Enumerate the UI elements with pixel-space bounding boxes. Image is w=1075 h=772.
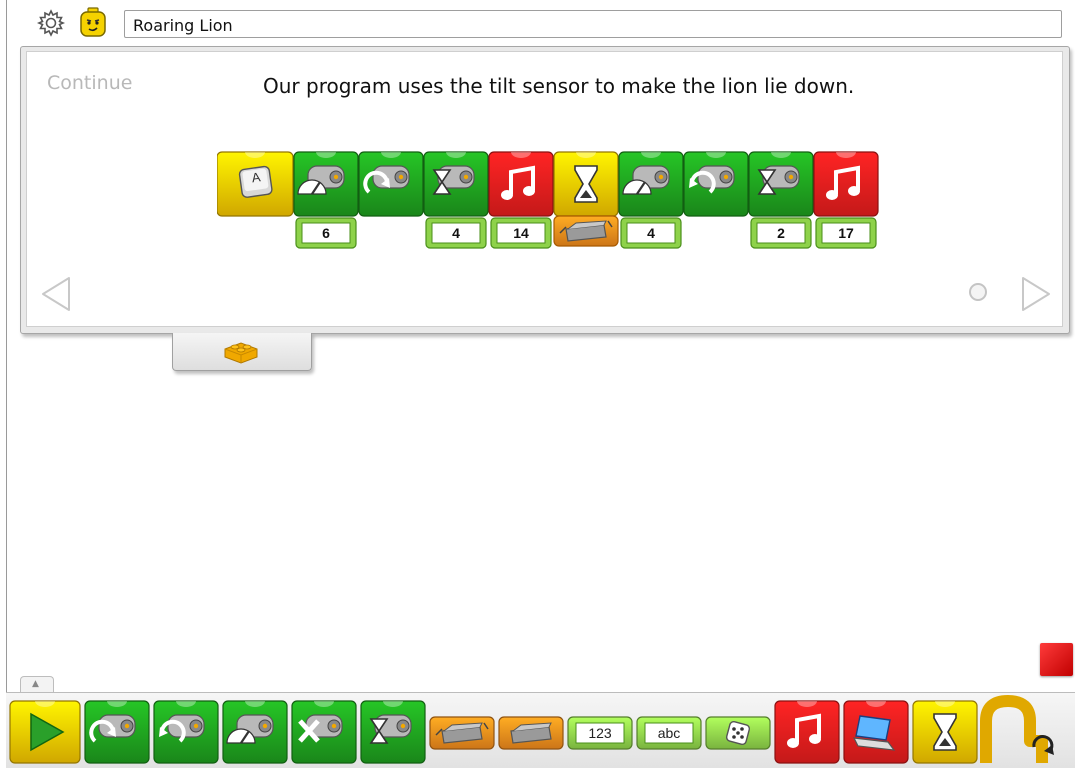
next-arrow-icon[interactable] bbox=[1017, 276, 1053, 312]
program-tilt-sensor[interactable] bbox=[553, 215, 619, 247]
program-input-14[interactable]: 14 bbox=[490, 217, 552, 249]
previous-arrow-icon[interactable] bbox=[39, 276, 75, 312]
window-edge bbox=[6, 0, 7, 767]
palette-random-icon[interactable] bbox=[705, 716, 771, 750]
palette-motor-off-icon[interactable] bbox=[291, 700, 357, 764]
page-description: Our program uses the tilt sensor to make… bbox=[263, 74, 855, 98]
program-block-motor-this-way[interactable] bbox=[358, 151, 424, 217]
workspace-tab[interactable] bbox=[172, 333, 312, 371]
palette-display-icon[interactable] bbox=[843, 700, 909, 764]
project-title: Roaring Lion bbox=[133, 16, 233, 35]
palette-repeat-icon[interactable] bbox=[980, 695, 1054, 763]
content-page: Continue Our program uses the tilt senso… bbox=[26, 51, 1063, 327]
palette-motor-that-way-icon[interactable] bbox=[153, 700, 219, 764]
program-block-wait-for[interactable] bbox=[553, 151, 619, 217]
program-block-play-sound[interactable] bbox=[813, 151, 879, 217]
project-title-field[interactable]: Roaring Lion bbox=[124, 10, 1062, 38]
palette-input-label: 123 bbox=[588, 725, 612, 741]
program-input-value: 17 bbox=[838, 225, 854, 241]
palette-input-label: abc bbox=[658, 725, 681, 741]
stop-button[interactable] bbox=[1040, 643, 1073, 676]
program-input-4[interactable]: 4 bbox=[620, 217, 682, 249]
palette-motion-sensor-icon[interactable] bbox=[498, 716, 564, 750]
program-input-value: 2 bbox=[777, 225, 785, 241]
top-bar: Roaring Lion bbox=[20, 0, 1075, 44]
palette-number-input-icon[interactable]: 123 bbox=[567, 716, 633, 750]
palette-start-icon[interactable] bbox=[9, 700, 81, 764]
palette-toggle-arrow: ▲ bbox=[32, 679, 39, 689]
program-block-motor-on-for[interactable] bbox=[423, 151, 489, 217]
program-strip: A 6 4 14 4 2 17 bbox=[217, 151, 879, 249]
palette-wait-icon[interactable] bbox=[912, 700, 978, 764]
palette-sound-icon[interactable] bbox=[774, 700, 840, 764]
program-input-4[interactable]: 4 bbox=[425, 217, 487, 249]
program-input-value: 4 bbox=[647, 225, 655, 241]
block-palette: 123 abc bbox=[6, 692, 1075, 768]
program-block-motor-power[interactable] bbox=[293, 151, 359, 217]
program-block-motor-on-for[interactable] bbox=[748, 151, 814, 217]
palette-blocks: 123 abc bbox=[9, 695, 1054, 764]
lego-brick-icon bbox=[224, 342, 258, 364]
minifig-face-icon[interactable] bbox=[78, 7, 108, 39]
program-input-6[interactable]: 6 bbox=[295, 217, 357, 249]
program-block-start-on-key[interactable]: A bbox=[217, 151, 294, 217]
program-input-value: 14 bbox=[513, 225, 529, 241]
palette-motor-this-way-icon[interactable] bbox=[84, 700, 150, 764]
program-input-17[interactable]: 17 bbox=[815, 217, 877, 249]
program-input-value: 4 bbox=[452, 225, 460, 241]
page-dot-icon[interactable] bbox=[969, 283, 987, 301]
palette-text-input-icon[interactable]: abc bbox=[636, 716, 702, 750]
palette-motor-power-icon[interactable] bbox=[222, 700, 288, 764]
gear-icon[interactable] bbox=[36, 8, 66, 38]
program-block-motor-power[interactable] bbox=[618, 151, 684, 217]
program-input-value: 6 bbox=[322, 225, 330, 241]
content-panel: Continue Our program uses the tilt senso… bbox=[20, 46, 1070, 334]
program-input-2[interactable]: 2 bbox=[750, 217, 812, 249]
palette-tilt-sensor-icon[interactable] bbox=[429, 716, 495, 750]
program-block-motor-that-way[interactable] bbox=[683, 151, 749, 217]
palette-motor-on-for-icon[interactable] bbox=[360, 700, 426, 764]
program-block-play-sound[interactable] bbox=[488, 151, 554, 217]
continue-link[interactable]: Continue bbox=[47, 72, 132, 94]
